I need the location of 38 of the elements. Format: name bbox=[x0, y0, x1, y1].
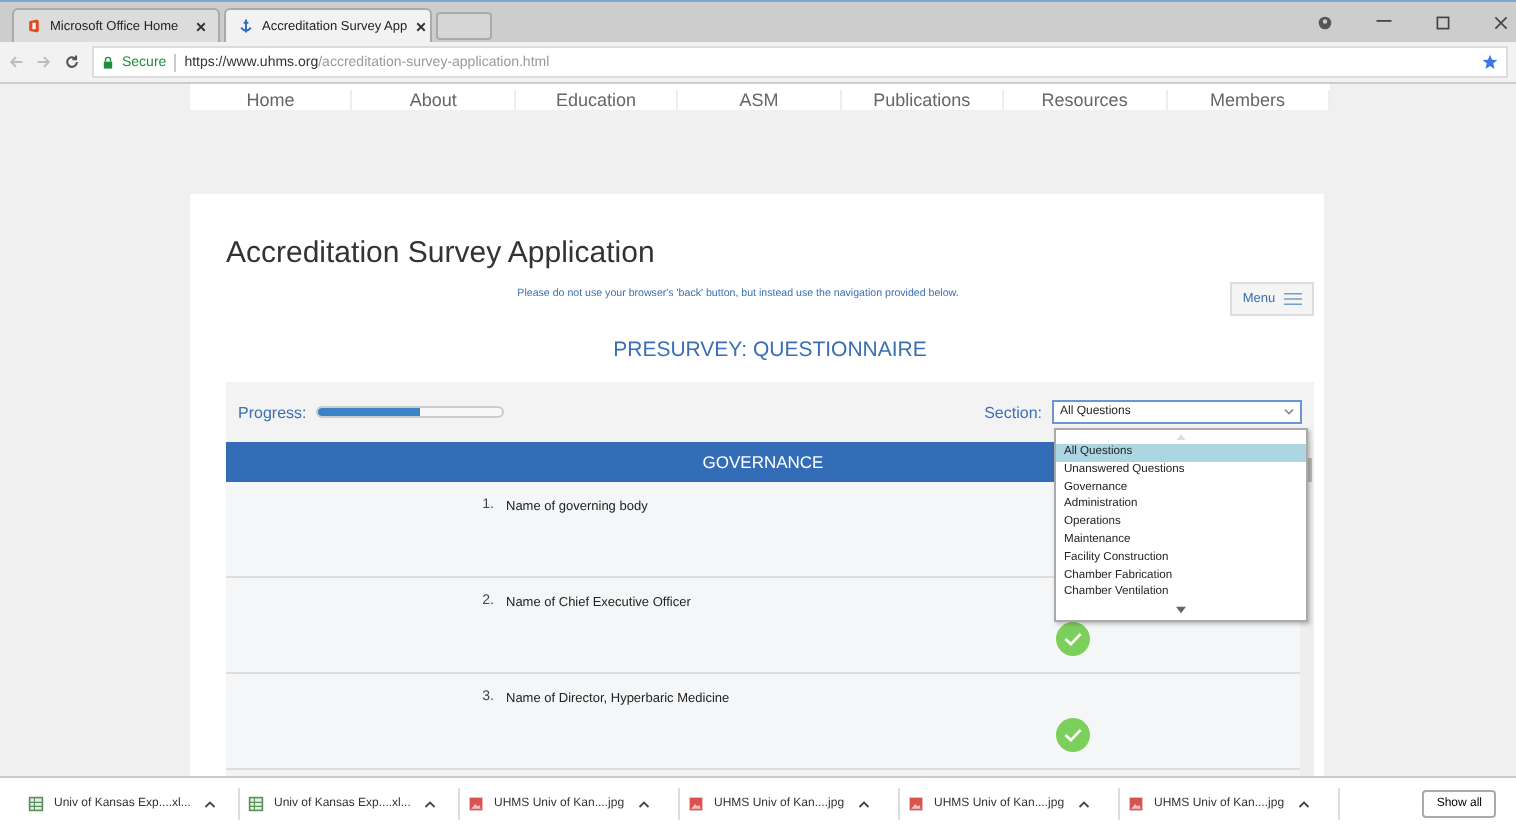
anchor-icon bbox=[238, 18, 254, 34]
image-file-icon bbox=[688, 795, 704, 811]
check-icon bbox=[1056, 718, 1090, 752]
office-logo-icon bbox=[26, 18, 42, 34]
minimize-icon[interactable] bbox=[1376, 20, 1392, 24]
scroll-down-icon[interactable] bbox=[1176, 606, 1186, 615]
caret-up-icon[interactable] bbox=[638, 799, 651, 807]
spreadsheet-file-icon bbox=[28, 795, 44, 811]
page-title: Accreditation Survey Application bbox=[226, 234, 657, 272]
section-label: Section: bbox=[984, 403, 1042, 421]
nav-link[interactable]: About bbox=[352, 90, 516, 110]
image-file-icon bbox=[1128, 795, 1144, 811]
nav-link[interactable]: Resources bbox=[1004, 90, 1168, 110]
section-heading: PRESURVEY: QUESTIONNAIRE bbox=[611, 338, 929, 366]
nav-link[interactable]: Education bbox=[515, 90, 679, 110]
bookmark-star-icon[interactable] bbox=[1482, 54, 1498, 70]
menu-icon bbox=[1283, 292, 1302, 306]
caret-up-icon[interactable] bbox=[1298, 799, 1311, 807]
lock-icon bbox=[102, 55, 114, 69]
spreadsheet-file-icon bbox=[248, 795, 264, 811]
caret-up-icon[interactable] bbox=[424, 799, 437, 807]
close-icon[interactable] bbox=[415, 21, 426, 31]
close-icon[interactable] bbox=[196, 21, 206, 31]
image-file-icon bbox=[468, 795, 484, 811]
nav-link[interactable]: Publications bbox=[841, 90, 1005, 110]
caret-up-icon[interactable] bbox=[204, 799, 217, 807]
progress-label: Progress: bbox=[238, 403, 307, 421]
nav-link[interactable]: Home bbox=[190, 90, 353, 110]
maximize-icon[interactable] bbox=[1436, 15, 1450, 29]
caret-up-icon[interactable] bbox=[858, 799, 871, 807]
caret-icon bbox=[1284, 408, 1294, 416]
user-icon[interactable] bbox=[1318, 15, 1332, 29]
image-file-icon bbox=[908, 795, 924, 811]
nav-link[interactable]: ASM bbox=[678, 90, 842, 110]
nav-link[interactable]: Members bbox=[1167, 90, 1330, 110]
close-icon[interactable] bbox=[1494, 15, 1508, 29]
reload-icon[interactable] bbox=[64, 54, 80, 70]
caret-up-icon[interactable] bbox=[1078, 799, 1091, 807]
